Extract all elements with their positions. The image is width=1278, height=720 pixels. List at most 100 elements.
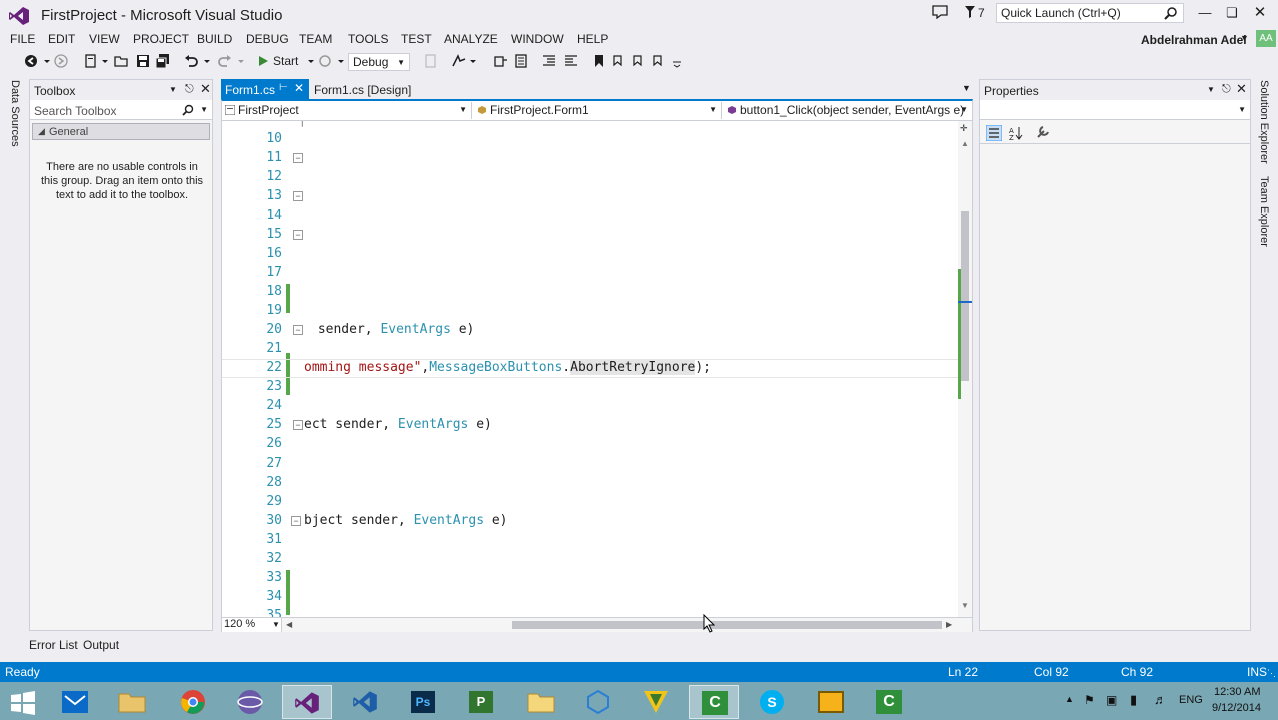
- data-sources-tab[interactable]: Data Sources: [9, 80, 21, 147]
- tab-error-list[interactable]: Error List: [29, 638, 78, 652]
- window-position-chevron-icon[interactable]: ▼: [169, 85, 177, 94]
- save-all-icon[interactable]: [156, 54, 170, 68]
- folder-icon[interactable]: [515, 685, 565, 719]
- collapse-toggle-icon[interactable]: −: [291, 516, 301, 526]
- toolbox-group-general[interactable]: ◢ General: [32, 123, 210, 140]
- collapse-toggle-icon[interactable]: −: [293, 191, 303, 201]
- team-explorer-tab[interactable]: Team Explorer: [1258, 176, 1270, 247]
- chevron-down-icon[interactable]: [466, 54, 480, 68]
- chevron-down-icon[interactable]: ▼: [1240, 33, 1249, 43]
- menu-window[interactable]: WINDOW: [511, 32, 564, 46]
- close-icon[interactable]: ✕: [1236, 81, 1247, 97]
- project-dropdown[interactable]: FirstProject ▼: [222, 102, 472, 119]
- forward-icon[interactable]: [54, 54, 68, 68]
- notification-icon[interactable]: [932, 5, 948, 19]
- browser-icon[interactable]: [225, 685, 275, 719]
- horizontal-scrollbar[interactable]: 120 % ▼ ◀ ▶: [222, 617, 972, 632]
- class-dropdown[interactable]: FirstProject.Form1 ▼: [474, 102, 722, 119]
- outdent-icon[interactable]: [542, 54, 556, 68]
- alphabetical-icon[interactable]: AZ: [1008, 125, 1024, 141]
- quick-launch-input[interactable]: Quick Launch (Ctrl+Q): [996, 3, 1184, 23]
- visual-studio-icon-2[interactable]: [340, 685, 390, 719]
- class-view-icon[interactable]: [494, 54, 508, 68]
- chevron-down-icon[interactable]: [334, 54, 348, 68]
- menu-build[interactable]: BUILD: [197, 32, 232, 46]
- chevron-down-icon[interactable]: ▼: [200, 105, 208, 114]
- skype-icon[interactable]: S: [747, 685, 797, 719]
- flag-tray-icon[interactable]: ⚑: [1084, 693, 1095, 707]
- tab-form1-design[interactable]: Form1.cs [Design]: [314, 83, 411, 97]
- window-position-chevron-icon[interactable]: ▼: [1207, 85, 1215, 94]
- close-button[interactable]: ✕: [1253, 5, 1267, 20]
- menu-team[interactable]: TEAM: [299, 32, 332, 46]
- next-bookmark-icon[interactable]: [632, 54, 646, 68]
- camtasia-icon[interactable]: C: [689, 685, 739, 719]
- network-icon[interactable]: [573, 685, 623, 719]
- tab-output[interactable]: Output: [83, 638, 119, 652]
- signal-icon[interactable]: ▮: [1130, 692, 1137, 708]
- clear-bookmarks-icon[interactable]: [652, 54, 666, 68]
- open-file-icon[interactable]: [114, 54, 128, 68]
- chrome-icon[interactable]: [168, 685, 218, 719]
- visual-studio-icon[interactable]: [282, 685, 332, 719]
- start-icon[interactable]: [0, 685, 46, 719]
- collapse-toggle-icon[interactable]: −: [293, 153, 303, 163]
- collapse-toggle-icon[interactable]: −: [293, 420, 303, 430]
- photoshop-icon[interactable]: Ps: [398, 685, 448, 719]
- volume-icon[interactable]: ♬: [1154, 692, 1167, 707]
- user-name[interactable]: Abdelrahman Adel: [1141, 33, 1247, 47]
- new-project-icon[interactable]: [84, 54, 98, 68]
- vertical-scrollbar[interactable]: ✛ ▲ ▼: [958, 121, 972, 617]
- tab-overflow-icon[interactable]: ▼: [962, 83, 971, 93]
- clock-time[interactable]: 12:30 AM: [1214, 686, 1260, 698]
- split-icon[interactable]: ✛: [960, 123, 968, 134]
- restore-button[interactable]: ❏: [1225, 6, 1239, 20]
- menu-help[interactable]: HELP: [577, 32, 608, 46]
- collapse-toggle-icon[interactable]: −: [293, 230, 303, 240]
- toolbox-search-input[interactable]: Search Toolbox ▼: [30, 100, 212, 120]
- vertical-scroll-thumb[interactable]: [961, 211, 969, 381]
- media-icon[interactable]: [806, 685, 856, 719]
- menu-view[interactable]: VIEW: [89, 32, 120, 46]
- toolbar-overflow-icon[interactable]: [670, 54, 684, 68]
- chevron-down-icon[interactable]: [98, 54, 112, 68]
- menu-tools[interactable]: TOOLS: [348, 32, 388, 46]
- indent-icon[interactable]: [564, 54, 578, 68]
- menu-file[interactable]: FILE: [10, 32, 35, 46]
- scroll-up-icon[interactable]: ▲: [961, 139, 969, 148]
- navigate-icon[interactable]: [452, 54, 466, 68]
- scroll-down-icon[interactable]: ▼: [961, 601, 969, 610]
- chevron-down-icon[interactable]: [304, 54, 318, 68]
- close-icon[interactable]: ✕: [294, 81, 304, 95]
- save-icon[interactable]: [136, 54, 150, 68]
- vectorworks-icon[interactable]: [631, 685, 681, 719]
- property-pages-icon[interactable]: [1036, 125, 1050, 139]
- minimize-button[interactable]: —: [1198, 6, 1212, 20]
- resize-grip-icon[interactable]: ⋱: [1267, 668, 1276, 679]
- chevron-down-icon[interactable]: [200, 54, 214, 68]
- back-icon[interactable]: [24, 54, 38, 68]
- tab-form1-cs[interactable]: Form1.cs ⊢ ✕: [221, 79, 309, 99]
- solution-explorer-tab[interactable]: Solution Explorer: [1258, 80, 1270, 164]
- network-tray-icon[interactable]: ▣: [1106, 693, 1117, 707]
- project-icon[interactable]: P: [456, 685, 506, 719]
- menu-edit[interactable]: EDIT: [48, 32, 75, 46]
- undo-icon[interactable]: [184, 54, 198, 68]
- menu-test[interactable]: TEST: [401, 32, 432, 46]
- refresh-icon[interactable]: [318, 54, 332, 68]
- find-in-files-icon[interactable]: [424, 54, 438, 68]
- mail-icon[interactable]: [50, 685, 100, 719]
- camtasia-recorder-icon[interactable]: C: [864, 685, 914, 719]
- language-indicator[interactable]: ENG: [1179, 694, 1203, 706]
- code-area[interactable]: ⌉ 10 11 − 12 13 − 14 15 − 16 17 18 19 20 − …: [222, 121, 958, 617]
- chevron-down-icon[interactable]: [40, 54, 54, 68]
- flag-icon[interactable]: [964, 5, 976, 19]
- pin-icon[interactable]: ⎋: [1222, 83, 1231, 96]
- redo-icon[interactable]: [218, 54, 232, 68]
- avatar[interactable]: AA: [1256, 30, 1276, 47]
- categorized-icon[interactable]: [986, 125, 1002, 141]
- menu-debug[interactable]: DEBUG: [246, 32, 289, 46]
- close-icon[interactable]: ✕: [200, 81, 211, 97]
- properties-object-select[interactable]: ▼: [980, 100, 1250, 120]
- zoom-select[interactable]: 120 % ▼: [222, 618, 282, 632]
